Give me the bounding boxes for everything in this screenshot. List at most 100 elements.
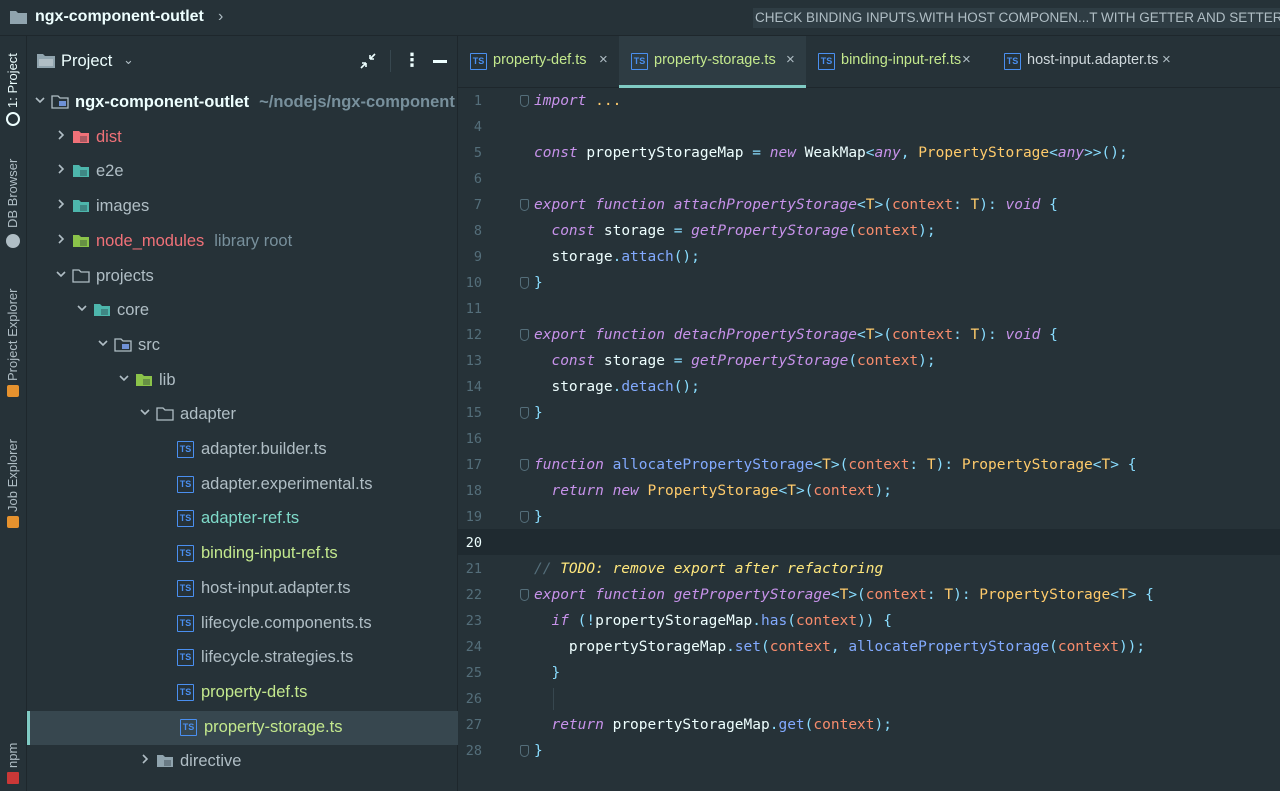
fold-marker-icon[interactable] <box>520 511 529 523</box>
code-text: const storage = getPropertyStorage(conte… <box>551 353 936 369</box>
tree-item[interactable]: TS lifecycle.components.ts <box>27 607 458 641</box>
tree-item[interactable]: lib <box>27 364 458 398</box>
folder-icon <box>157 755 173 768</box>
navigation-bar: ngx-component-outlet › CHECK BINDING INP… <box>0 0 1280 36</box>
tree-item[interactable]: TS binding-input-ref.ts <box>27 537 458 571</box>
fold-marker-icon[interactable] <box>520 95 529 107</box>
typescript-file-icon: TS <box>177 441 194 458</box>
chevron-down-icon[interactable] <box>77 303 87 313</box>
tool-project[interactable]: 1: Project <box>0 46 27 126</box>
tree-item-label: dist <box>96 128 122 147</box>
folder-icon <box>94 304 110 317</box>
line-number: 4 <box>473 119 482 135</box>
folder-icon <box>114 338 132 352</box>
tree-item[interactable]: TS adapter.experimental.ts <box>27 468 458 502</box>
code-text: // TODO: remove export after refactoring <box>534 561 884 577</box>
chevron-right-icon[interactable] <box>140 754 150 764</box>
code-text: export function getPropertyStorage<T>(co… <box>534 587 1154 603</box>
editor-tabs: TS property-def.ts × TS property-storage.ts ×… <box>458 36 1280 88</box>
minimize-icon[interactable] <box>433 60 447 63</box>
tree-item[interactable]: TS host-input.adapter.ts <box>27 572 458 606</box>
tree-item[interactable]: src <box>27 329 458 363</box>
chevron-right-icon[interactable] <box>56 130 66 140</box>
chevron-down-icon[interactable] <box>140 407 150 417</box>
tool-job-explorer-label: Job Explorer <box>5 439 20 512</box>
fold-marker-icon[interactable] <box>520 589 529 601</box>
breadcrumb-project[interactable]: ngx-component-outlet <box>35 8 204 26</box>
tree-item[interactable]: TS lifecycle.strategies.ts <box>27 641 458 675</box>
fold-marker-icon[interactable] <box>520 277 529 289</box>
chevron-down-icon[interactable] <box>98 338 108 348</box>
code-line: 20 <box>458 530 1280 556</box>
typescript-file-icon: TS <box>1004 53 1021 70</box>
collapse-all-icon[interactable] <box>359 52 377 70</box>
typescript-file-icon: TS <box>180 718 197 736</box>
chevron-right-icon[interactable] <box>56 164 66 174</box>
line-number: 5 <box>473 145 482 161</box>
close-icon[interactable]: × <box>1162 51 1171 68</box>
chevron-down-icon[interactable] <box>56 269 66 279</box>
tree-item[interactable]: projects <box>27 260 458 294</box>
fold-marker-icon[interactable] <box>520 199 529 211</box>
tree-item[interactable]: TS property-def.ts <box>27 676 458 710</box>
tool-db-browser[interactable]: DB Browser <box>0 146 27 256</box>
tree-item[interactable]: images <box>27 190 458 224</box>
tree-item-name: property-def.ts <box>201 682 308 701</box>
tree-item[interactable]: ngx-component-outlet ~/nodejs/ngx-compone… <box>27 86 458 120</box>
line-number: 17 <box>465 457 482 473</box>
panel-title[interactable]: Project <box>61 52 112 71</box>
run-configuration[interactable]: CHECK BINDING INPUTS.WITH HOST COMPONEN.… <box>753 8 1280 28</box>
code-area[interactable]: 1 import ... 4 5 const propertyStorageMap = … <box>458 88 1280 791</box>
chevron-right-icon[interactable] <box>56 234 66 244</box>
tree-item[interactable]: node_modules library root <box>27 225 458 259</box>
tree-item-name: property-storage.ts <box>204 717 343 736</box>
editor-tab[interactable]: TS host-input.adapter.ts × <box>992 36 1192 88</box>
chevron-down-icon[interactable]: ⌄ <box>123 52 134 68</box>
tree-item[interactable]: TS adapter-ref.ts <box>27 502 458 536</box>
tool-job-explorer[interactable]: Job Explorer <box>0 426 27 536</box>
editor-tab[interactable]: TS property-storage.ts × <box>619 36 806 88</box>
fold-marker-icon[interactable] <box>520 745 529 757</box>
chevron-down-icon[interactable] <box>119 373 129 383</box>
editor-tab[interactable]: TS binding-input-ref.ts × <box>806 36 992 88</box>
tree-item-name: images <box>96 197 150 216</box>
fold-marker-icon[interactable] <box>520 407 529 419</box>
chevron-down-icon[interactable] <box>35 95 45 105</box>
tree-item-name: host-input.adapter.ts <box>201 578 351 597</box>
close-icon[interactable]: × <box>599 51 608 68</box>
folder-icon <box>72 268 90 283</box>
tree-item[interactable]: directive <box>27 745 458 779</box>
editor-tab[interactable]: TS property-def.ts × <box>458 36 619 88</box>
tree-item-name: node_modules <box>96 231 205 250</box>
tool-project-explorer-label: Project Explorer <box>5 288 20 381</box>
tree-item[interactable]: core <box>27 294 458 328</box>
code-line: 25 } <box>458 660 1280 686</box>
line-number: 11 <box>465 301 482 317</box>
chevron-right-icon[interactable] <box>56 199 66 209</box>
tree-item[interactable]: e2e <box>27 155 458 189</box>
indent-guide <box>553 688 554 710</box>
fold-marker-icon[interactable] <box>520 329 529 341</box>
tree-item[interactable]: dist <box>27 121 458 155</box>
tool-npm[interactable]: npm <box>0 736 27 791</box>
chevron-right-icon: › <box>218 8 224 25</box>
close-icon[interactable]: × <box>962 51 971 68</box>
fold-marker-icon[interactable] <box>520 459 529 471</box>
code-line: 22 export function getPropertyStorage<T>(… <box>458 582 1280 608</box>
tree-item[interactable]: TS adapter.builder.ts <box>27 433 458 467</box>
tab-label: host-input.adapter.ts <box>1027 52 1159 68</box>
code-line: 28} <box>458 738 1280 764</box>
close-icon[interactable]: × <box>786 51 795 68</box>
tree-item-label: property-storage.ts <box>204 718 342 737</box>
tree-item-label: directive <box>180 752 241 771</box>
code-line: 13 const storage = getPropertyStorage(co… <box>458 348 1280 374</box>
tree-item-name: src <box>138 335 160 354</box>
project-panel: Project ⌄ ⋮ ngx-component-outlet ~/nodejs… <box>27 36 458 791</box>
tree-item[interactable]: TS property-storage.ts <box>27 710 458 745</box>
tree-item-name: directive <box>180 752 242 771</box>
tree-item[interactable]: adapter <box>27 398 458 432</box>
tool-project-explorer[interactable]: Project Explorer <box>0 271 27 401</box>
tree-item-name: adapter.builder.ts <box>201 440 327 458</box>
typescript-file-icon: TS <box>177 683 194 701</box>
more-options-icon[interactable]: ⋮ <box>403 50 421 71</box>
